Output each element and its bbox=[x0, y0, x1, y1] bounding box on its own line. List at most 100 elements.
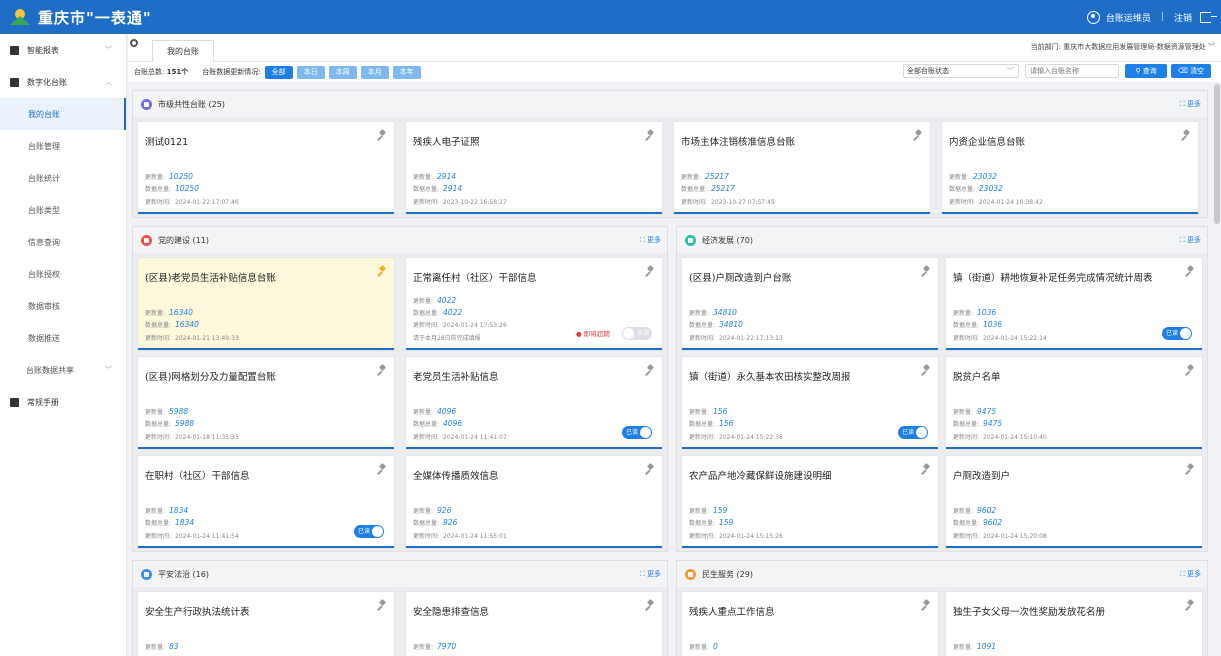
scrollbar[interactable] bbox=[1214, 84, 1220, 224]
pin-icon[interactable] bbox=[646, 266, 654, 276]
status-select-value: 全部台账状态 bbox=[907, 67, 949, 75]
pin-icon[interactable] bbox=[646, 464, 654, 474]
pin-icon[interactable] bbox=[1186, 365, 1194, 375]
sidebar-group-reports[interactable]: 智能报表 ﹀ bbox=[0, 34, 126, 66]
pin-icon[interactable] bbox=[646, 365, 654, 375]
sidebar-item-ledger-stats[interactable]: 台账统计 bbox=[0, 162, 126, 194]
clear-button[interactable]: ⌫ 清空 bbox=[1171, 64, 1211, 78]
sidebar-group-label: 数字化台账 bbox=[27, 77, 67, 87]
search-input[interactable] bbox=[1025, 64, 1119, 78]
ledger-card[interactable]: (区县)网格划分及力量配置台账 更新量: 5988 数据总量: 5988 更新时间:… bbox=[138, 357, 394, 449]
filter-week-button[interactable]: 本周 bbox=[328, 65, 357, 79]
pin-icon[interactable] bbox=[646, 600, 654, 610]
card-updated: 更新量: 2914 bbox=[413, 172, 456, 181]
pin-icon[interactable] bbox=[378, 464, 386, 474]
user-icon[interactable] bbox=[1086, 10, 1100, 24]
time-value: 2024-01-22 17:13:13 bbox=[719, 335, 783, 342]
ledger-card[interactable]: 在职村（社区）干部信息 更新量: 1834 数据总量: 1834 更新时间: 2024… bbox=[138, 456, 394, 548]
category-icon bbox=[141, 568, 152, 580]
category-icon bbox=[685, 234, 696, 246]
sidebar-item-ledger-manage[interactable]: 台账管理 bbox=[0, 130, 126, 162]
sidebar-item-data-review[interactable]: 数据审核 bbox=[0, 290, 126, 322]
username[interactable]: 台账运维员 bbox=[1106, 11, 1151, 24]
card-title: 镇（街道）耕地恢复补足任务完成情况统计周表 bbox=[953, 273, 1153, 284]
more-link[interactable]: ⛶ 更多 bbox=[1180, 235, 1201, 245]
read-toggle[interactable]: 已读 bbox=[898, 426, 928, 439]
updated-value: 926 bbox=[437, 506, 452, 515]
pin-icon[interactable] bbox=[922, 365, 930, 375]
sidebar-item-my-ledger[interactable]: 我的台账 bbox=[0, 98, 126, 130]
pin-icon[interactable] bbox=[922, 600, 930, 610]
ledger-card[interactable]: 残疾人重点工作信息 更新量: 0 bbox=[682, 592, 938, 656]
total-label: 数据总量: bbox=[413, 186, 440, 193]
ledger-card[interactable]: 正常离任村（社区）干部信息 更新量: 4022 数据总量: 4022 更新时间: 20… bbox=[406, 258, 662, 350]
ledger-card[interactable]: 独生子女父母一次性奖励发放花名册 更新量: 1091 bbox=[946, 592, 1202, 656]
ledger-card[interactable]: 户厕改造到户 更新量: 9602 数据总量: 9602 更新时间: 2024-01-2… bbox=[946, 456, 1202, 548]
current-department[interactable]: 当前部门: 重庆市大数据应用发展管理局-数据资源管理处 ﹀ bbox=[1031, 42, 1215, 52]
pin-icon[interactable] bbox=[1186, 600, 1194, 610]
updated-label: 更新量: bbox=[413, 298, 434, 305]
sidebar-item-data-share[interactable]: 台账数据共享 ﹀ bbox=[0, 354, 126, 386]
sidebar-item-info-query[interactable]: 信息查询 bbox=[0, 226, 126, 258]
pin-icon[interactable] bbox=[378, 130, 386, 140]
pin-icon[interactable] bbox=[1186, 464, 1194, 474]
read-toggle[interactable]: 已读 bbox=[1162, 327, 1192, 340]
sidebar-item-ledger-auth[interactable]: 台账授权 bbox=[0, 258, 126, 290]
card-total: 数据总量: 10250 bbox=[145, 184, 199, 193]
time-label: 更新时间: bbox=[413, 199, 440, 206]
collapse-icon[interactable] bbox=[130, 39, 138, 47]
ledger-card[interactable]: 老党员生活补贴信息 更新量: 4096 数据总量: 4096 更新时间: 2024-0… bbox=[406, 357, 662, 449]
ledger-card[interactable]: 农产品产地冷藏保鲜设施建设明细 更新量: 159 数据总量: 159 更新时间: 20… bbox=[682, 456, 938, 548]
card-updated: 更新量: 1036 bbox=[953, 308, 996, 317]
ledger-card[interactable]: (区县)户厕改造到户台账 更新量: 34810 数据总量: 34810 更新时间: 2… bbox=[682, 258, 938, 350]
ledger-card[interactable]: 全媒体传播质效信息 更新量: 926 数据总量: 926 更新时间: 2024-01-… bbox=[406, 456, 662, 548]
status-select[interactable]: 全部台账状态 ﹀ bbox=[903, 64, 1019, 78]
filter-today-button[interactable]: 本日 bbox=[296, 65, 325, 79]
tab-my-ledger[interactable]: 我的台账 bbox=[152, 40, 214, 62]
logout-button[interactable]: 注销 bbox=[1174, 11, 1192, 24]
more-link[interactable]: ⛶ 更多 bbox=[640, 569, 661, 579]
pin-icon[interactable] bbox=[646, 130, 654, 140]
pin-icon[interactable] bbox=[922, 266, 930, 276]
ledger-card[interactable]: 残疾人电子证照 更新量: 2914 数据总量: 2914 更新时间: 2023-10-… bbox=[406, 122, 662, 214]
ledger-card[interactable]: 镇（街道）耕地恢复补足任务完成情况统计周表 更新量: 1036 数据总量: 1036… bbox=[946, 258, 1202, 350]
read-toggle[interactable]: 已读 bbox=[622, 426, 652, 439]
filter-all-button[interactable]: 全部 bbox=[264, 65, 293, 79]
more-link[interactable]: ⛶ 更多 bbox=[1180, 99, 1201, 109]
section-title: 经济发展 (70) bbox=[702, 235, 753, 245]
ledger-card[interactable]: 镇（街道）永久基本农田核实整改周报 更新量: 156 数据总量: 156 更新时间:… bbox=[682, 357, 938, 449]
pin-icon[interactable] bbox=[922, 464, 930, 474]
card-time: 更新时间: 2024-01-24 11:41:07 bbox=[413, 432, 507, 441]
read-toggle[interactable]: 未读 bbox=[622, 327, 652, 340]
more-link[interactable]: ⛶ 更多 bbox=[1180, 569, 1201, 579]
ledger-card[interactable]: 市场主体注销核准信息台账 更新量: 25217 数据总量: 25217 更新时间: 2… bbox=[674, 122, 930, 214]
sidebar-group-manual[interactable]: 常规手册 bbox=[0, 386, 126, 418]
logout-icon[interactable] bbox=[1200, 11, 1217, 23]
card-title: 内资企业信息台账 bbox=[949, 137, 1026, 148]
ledger-card[interactable]: 测试0121 更新量: 10250 数据总量: 10250 更新时间: 2024-01… bbox=[138, 122, 394, 214]
pin-icon[interactable] bbox=[378, 600, 386, 610]
filter-year-button[interactable]: 本年 bbox=[392, 65, 421, 79]
pin-icon[interactable] bbox=[378, 365, 386, 375]
sidebar-group-ledger[interactable]: 数字化台账 ︿ bbox=[0, 66, 126, 98]
query-button[interactable]: ⚲ 查询 bbox=[1125, 64, 1167, 78]
sidebar-item-data-push[interactable]: 数据推送 bbox=[0, 322, 126, 354]
ledger-card[interactable]: (区县)老党员生活补贴信息台账 更新量: 16340 数据总量: 16340 更新时… bbox=[138, 258, 394, 350]
updated-label: 更新量: bbox=[953, 508, 974, 515]
section-livelihood: 民生服务 (29) ⛶ 更多 残疾人重点工作信息 更新量: 0 独生子女父母一次性奖… bbox=[676, 560, 1208, 656]
ledger-card[interactable]: 内资企业信息台账 更新量: 23032 数据总量: 23032 更新时间: 2024-… bbox=[942, 122, 1198, 214]
more-link[interactable]: ⛶ 更多 bbox=[640, 235, 661, 245]
filter-month-button[interactable]: 本月 bbox=[360, 65, 389, 79]
pin-icon[interactable] bbox=[1186, 266, 1194, 276]
time-value: 2024-01-22 17:07:46 bbox=[175, 199, 239, 206]
pin-icon[interactable] bbox=[1182, 130, 1190, 140]
sidebar-item-ledger-types[interactable]: 台账类型 bbox=[0, 194, 126, 226]
pin-icon[interactable] bbox=[378, 266, 386, 276]
card-title: 全媒体传播质效信息 bbox=[413, 471, 499, 482]
ledger-card[interactable]: 脱贫户名单 更新量: 9475 数据总量: 9475 更新时间: 2024-01-24… bbox=[946, 357, 1202, 449]
ledger-card[interactable]: 安全生产行政执法统计表 更新量: 83 bbox=[138, 592, 394, 656]
read-toggle[interactable]: 已读 bbox=[354, 525, 384, 538]
card-time: 更新时间: 2024-01-24 15:10:40 bbox=[953, 432, 1047, 441]
ledger-card[interactable]: 安全隐患排查信息 更新量: 7970 bbox=[406, 592, 662, 656]
pin-icon[interactable] bbox=[914, 130, 922, 140]
